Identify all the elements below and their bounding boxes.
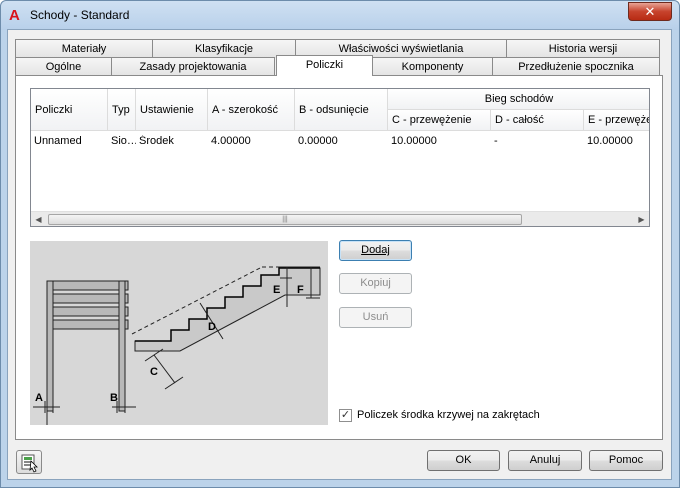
column-header-e-przewezenie[interactable]: E - przewęże xyxy=(584,110,649,131)
column-header-typ[interactable]: Typ xyxy=(108,89,136,131)
column-group-bieg-schodow: Bieg schodów xyxy=(388,89,649,110)
label-d: D xyxy=(208,321,216,333)
tab-materialy[interactable]: Materiały xyxy=(15,39,153,58)
cell-e-przewezenie[interactable]: 10.00000 xyxy=(584,135,649,147)
column-header-ustawienie[interactable]: Ustawienie xyxy=(136,89,208,131)
stringer-illustration: A B C D E F xyxy=(30,241,328,425)
column-header-d-calosc[interactable]: D - całość xyxy=(491,110,584,131)
cancel-button-label: Anuluj xyxy=(529,454,561,466)
label-e: E xyxy=(273,284,280,296)
copy-button-label: Kopiuj xyxy=(360,277,391,289)
scroll-thumb[interactable]: ||| xyxy=(48,214,522,225)
tab-przedluzenie-spocznika[interactable]: Przedłużenie spocznika xyxy=(492,57,660,76)
column-header-a-szerokosc[interactable]: A - szerokość xyxy=(208,89,295,131)
label-f: F xyxy=(297,284,304,296)
column-header-b-odsuniecie[interactable]: B - odsunięcie xyxy=(295,89,388,131)
close-button[interactable]: ✕ xyxy=(628,2,672,21)
tab-historia-wersji[interactable]: Historia wersji xyxy=(506,39,660,58)
help-button-label: Pomoc xyxy=(608,454,644,466)
window-title: Schody - Standard xyxy=(30,8,130,22)
cancel-button[interactable]: Anuluj xyxy=(508,450,582,471)
add-button[interactable]: Dodaj xyxy=(339,240,412,261)
cell-d-calosc[interactable]: - xyxy=(491,135,584,147)
column-header-c-przewezenie[interactable]: C - przewężenie xyxy=(388,110,491,131)
cell-policzki[interactable]: Unnamed xyxy=(31,135,108,147)
help-button[interactable]: Pomoc xyxy=(589,450,663,471)
scroll-left-icon[interactable]: ◀ xyxy=(31,212,46,227)
stair-stringer-diagram: A B C D E F xyxy=(30,241,328,425)
label-c: C xyxy=(150,366,158,378)
scroll-right-icon[interactable]: ▶ xyxy=(634,212,649,227)
curved-middle-stringer-label[interactable]: Policzek środka krzywej na zakrętach xyxy=(357,409,540,421)
select-components-icon[interactable] xyxy=(16,450,42,474)
cell-b-odsuniecie[interactable]: 0.00000 xyxy=(295,135,388,147)
title-bar: A Schody - Standard ✕ xyxy=(1,1,679,30)
tab-klasyfikacje[interactable]: Klasyfikacje xyxy=(152,39,296,58)
cell-typ[interactable]: Sio… xyxy=(108,135,136,147)
copy-button[interactable]: Kopiuj xyxy=(339,273,412,294)
tab-zasady-projektowania[interactable]: Zasady projektowania xyxy=(111,57,275,76)
ok-button-label: OK xyxy=(455,454,472,466)
ok-button[interactable]: OK xyxy=(427,450,500,471)
table-row[interactable]: Unnamed Sio… Środek 4.00000 0.00000 10.0… xyxy=(31,131,649,153)
label-b: B xyxy=(110,392,118,404)
stringers-grid: Policzki Typ Ustawienie A - szerokość B … xyxy=(30,88,650,227)
add-button-label: Dodaj xyxy=(361,244,390,256)
column-header-policzki[interactable]: Policzki xyxy=(31,89,108,131)
cell-ustawienie[interactable]: Środek xyxy=(136,135,208,147)
tab-ogolne[interactable]: Ogólne xyxy=(15,57,112,76)
delete-button[interactable]: Usuń xyxy=(339,307,412,328)
curved-middle-stringer-checkbox[interactable]: ✓ xyxy=(339,409,352,422)
tab-policzki[interactable]: Policzki xyxy=(276,55,373,76)
tab-komponenty[interactable]: Komponenty xyxy=(372,57,493,76)
grid-horizontal-scrollbar[interactable]: ◀ ||| ▶ xyxy=(31,211,649,226)
delete-button-label: Usuń xyxy=(362,311,389,323)
cell-a-szerokosc[interactable]: 4.00000 xyxy=(208,135,295,147)
select-components-glyph xyxy=(21,454,38,473)
cell-c-przewezenie[interactable]: 10.00000 xyxy=(388,135,491,147)
autocad-a-icon: A xyxy=(9,7,20,24)
label-a: A xyxy=(35,392,43,404)
